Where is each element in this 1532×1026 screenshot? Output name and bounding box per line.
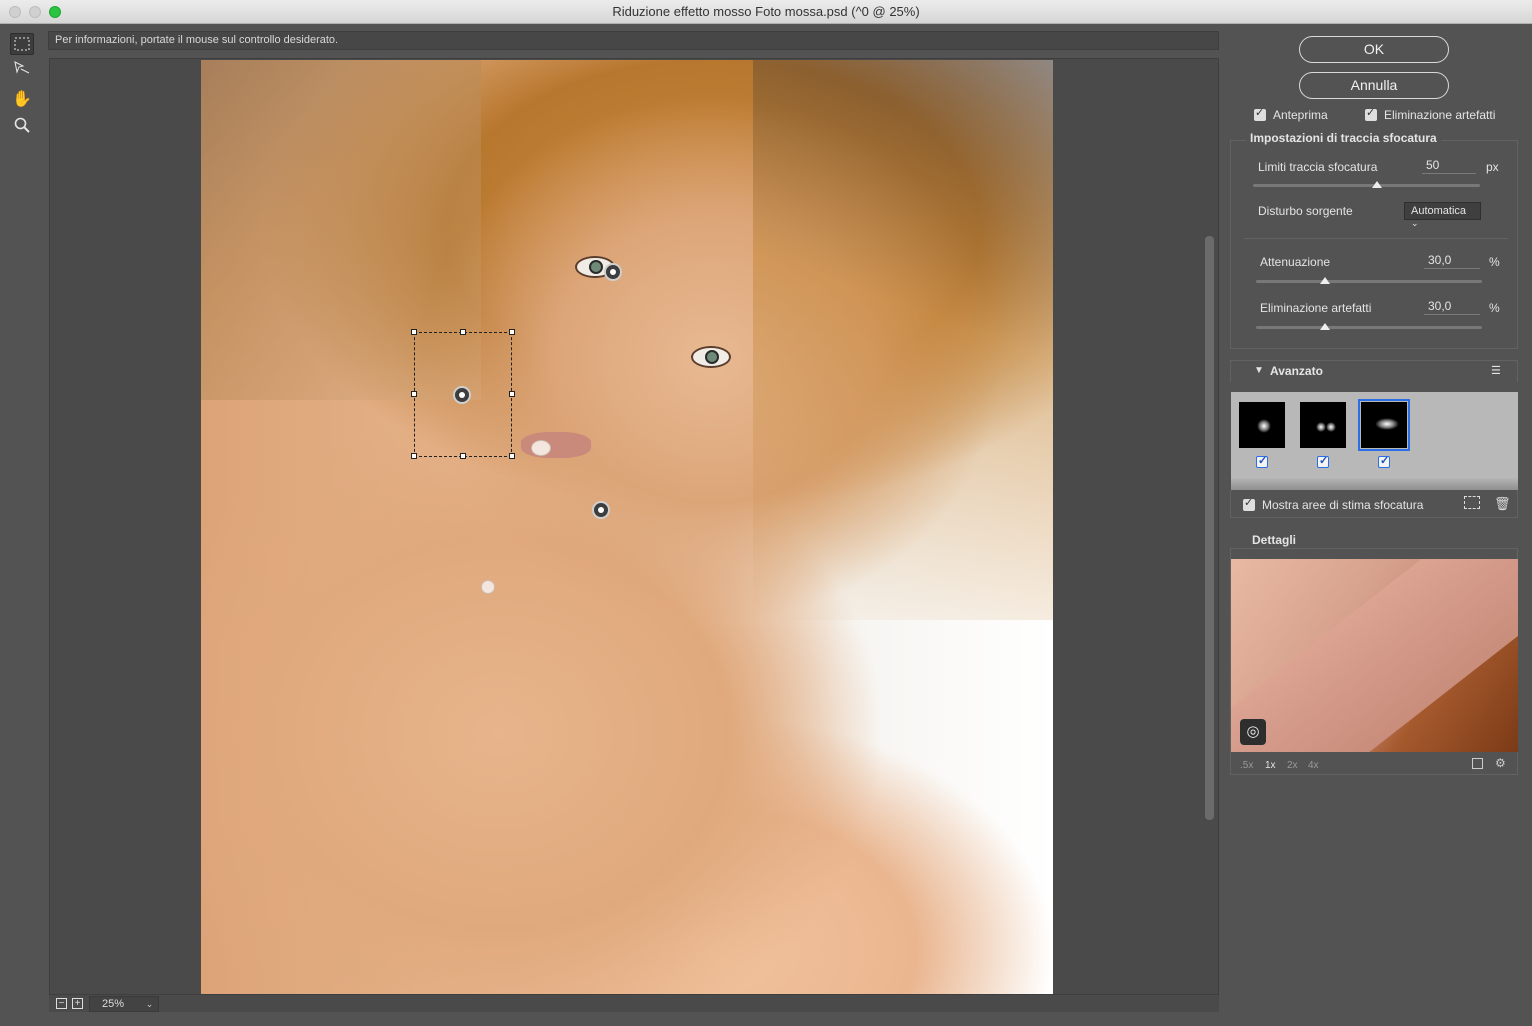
source-noise-select[interactable]: Automatica ⌄ <box>1404 202 1481 228</box>
cancel-button[interactable]: Annulla <box>1299 72 1449 99</box>
artifact-suppression-field[interactable]: 30,0 <box>1424 299 1480 315</box>
kernel-checkbox[interactable] <box>1378 454 1390 468</box>
loupe-target-icon[interactable]: ◎ <box>1240 719 1266 745</box>
advanced-heading: Avanzato <box>1270 364 1323 378</box>
info-bar: Per informazioni, portate il mouse sul c… <box>48 31 1219 50</box>
marquee-icon <box>14 37 30 51</box>
triangle-down-icon: ▼ <box>1254 365 1264 376</box>
blur-trace-tool[interactable] <box>10 33 34 55</box>
direction-arrow-icon <box>14 61 30 74</box>
blur-estimate-pin[interactable] <box>592 501 610 519</box>
fingernail <box>481 580 495 594</box>
hair-right <box>753 60 1053 620</box>
artifact-suppression-slider[interactable] <box>1256 323 1482 330</box>
blur-estimate-pin[interactable] <box>604 263 622 281</box>
blur-kernel-thumbnail-selected[interactable] <box>1358 399 1410 451</box>
show-blur-areas-checkbox[interactable] <box>1243 496 1255 511</box>
add-blur-region-icon[interactable] <box>1464 496 1480 509</box>
blur-bounds-unit: px <box>1486 160 1499 174</box>
blur-direction-tool[interactable] <box>10 57 34 79</box>
smoothing-label: Attenuazione <box>1260 255 1331 269</box>
artifact-removal-checkbox[interactable] <box>1365 106 1377 121</box>
finger-detail <box>1231 559 1518 752</box>
resize-handle[interactable] <box>411 453 417 459</box>
smoothing-unit: % <box>1489 255 1500 269</box>
blur-trace-heading: Impostazioni di traccia sfocatura <box>1246 131 1441 145</box>
slider-thumb[interactable] <box>1320 323 1330 330</box>
divider <box>1244 238 1508 239</box>
source-noise-value: Automatica <box>1411 205 1467 217</box>
artifact-removal-label: Eliminazione artefatti <box>1384 108 1496 122</box>
hand-tool[interactable]: ✋ <box>10 88 34 110</box>
artifact-suppression-unit: % <box>1489 301 1500 315</box>
trash-icon[interactable]: 🗑 <box>1494 496 1511 512</box>
kernel-checkbox[interactable] <box>1317 454 1329 468</box>
details-loupe-image[interactable] <box>1231 559 1518 752</box>
blur-bounds-label: Limiti traccia sfocatura <box>1258 160 1378 174</box>
hand-icon: ✋ <box>12 91 32 108</box>
advanced-header[interactable]: ▼ Avanzato ☰ <box>1230 360 1518 382</box>
smoothing-field[interactable]: 30,0 <box>1424 253 1480 269</box>
preview-checkbox[interactable] <box>1254 106 1266 121</box>
kernel-checkbox[interactable] <box>1256 454 1268 468</box>
window-title: Riduzione effetto mosso Foto mossa.psd (… <box>612 4 920 19</box>
details-zoom-option[interactable]: 2x <box>1287 760 1298 771</box>
title-bar: Riduzione effetto mosso Foto mossa.psd (… <box>0 0 1532 24</box>
resize-handle[interactable] <box>460 329 466 335</box>
slider-thumb[interactable] <box>1372 181 1382 188</box>
ok-button[interactable]: OK <box>1299 36 1449 63</box>
blur-kernel-thumbnail[interactable] <box>1300 402 1346 448</box>
show-blur-areas-label: Mostra aree di stima sfocatura <box>1262 498 1424 512</box>
fingernail <box>531 440 551 456</box>
details-zoom-option[interactable]: .5x <box>1240 760 1253 771</box>
details-zoom-option[interactable]: 4x <box>1308 760 1319 771</box>
source-noise-label: Disturbo sorgente <box>1258 204 1353 218</box>
resize-handle[interactable] <box>509 329 515 335</box>
canvas-area[interactable] <box>49 58 1219 1012</box>
zoom-tool[interactable] <box>10 114 34 136</box>
blur-bounds-slider[interactable] <box>1253 181 1480 188</box>
slider-thumb[interactable] <box>1320 277 1330 284</box>
resize-handle[interactable] <box>411 391 417 397</box>
preview-image[interactable] <box>201 60 1053 996</box>
toolbar: ✋ <box>0 24 44 1026</box>
preview-label: Anteprima <box>1273 108 1328 122</box>
blur-kernel-thumbnail[interactable] <box>1239 402 1285 448</box>
undock-loupe-icon[interactable] <box>1472 758 1483 769</box>
kernel-list-footer <box>1231 478 1518 490</box>
blur-estimate-region[interactable] <box>411 329 515 459</box>
smoothing-slider[interactable] <box>1256 277 1482 284</box>
panel-menu-icon[interactable]: ☰ <box>1491 364 1501 377</box>
zoom-bar: − + 25% ⌄ <box>49 994 1219 1012</box>
resize-handle[interactable] <box>509 391 515 397</box>
resize-handle[interactable] <box>460 453 466 459</box>
magnifier-icon <box>14 117 30 133</box>
zoom-out-button[interactable]: − <box>56 998 67 1009</box>
details-zoom-option-current[interactable]: 1x <box>1265 760 1276 771</box>
zoom-dropdown-chevron-icon[interactable]: ⌄ <box>140 996 159 1012</box>
zoom-in-button[interactable]: + <box>72 998 83 1009</box>
advanced-footer-bar: Mostra aree di stima sfocatura 🗑 <box>1230 490 1518 518</box>
vertical-scrollbar[interactable] <box>1205 236 1214 820</box>
artifact-suppression-label: Eliminazione artefatti <box>1260 301 1372 315</box>
chevron-down-icon: ⌄ <box>1411 218 1419 228</box>
resize-handle[interactable] <box>411 329 417 335</box>
resize-handle[interactable] <box>509 453 515 459</box>
blur-bounds-field[interactable]: 50 <box>1422 158 1476 174</box>
eye-right <box>691 346 731 368</box>
gear-icon[interactable]: ⚙ <box>1495 756 1506 770</box>
details-heading: Dettagli <box>1248 533 1301 547</box>
